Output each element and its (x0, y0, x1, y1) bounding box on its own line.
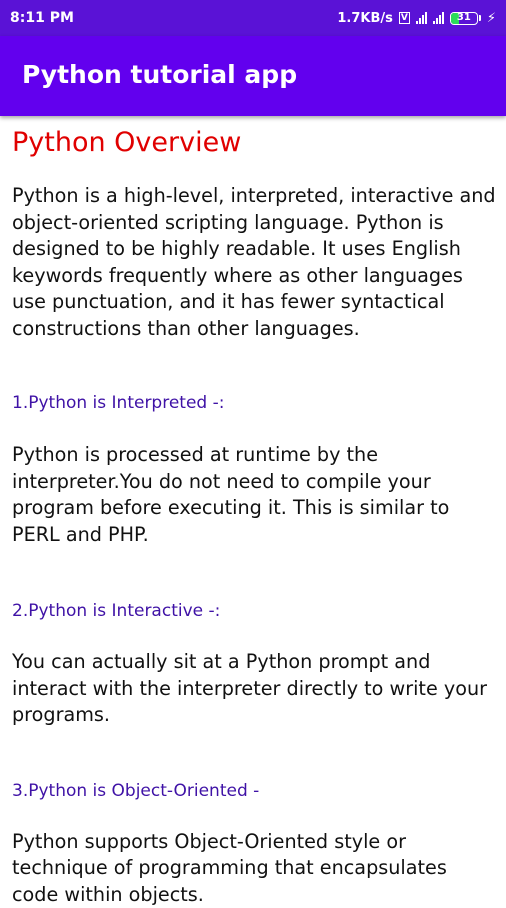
status-bar: 8:11 PM 1.7KB/s V 31 ⚡ (0, 0, 506, 36)
section-heading-interactive: 2.Python is Interactive -: (12, 600, 498, 622)
battery-icon: 31 (450, 12, 481, 25)
status-time: 8:11 PM (10, 10, 74, 26)
app-title: Python tutorial app (22, 60, 297, 89)
intro-paragraph: Python is a high-level, interpreted, int… (12, 183, 498, 342)
section-heading-object-oriented: 3.Python is Object-Oriented - (12, 780, 498, 802)
signal-4g-icon (416, 12, 427, 24)
page-title: Python Overview (12, 126, 498, 160)
section-body-object-oriented: Python supports Object-Oriented style or… (12, 829, 498, 908)
section-heading-interpreted: 1.Python is Interpreted -: (12, 392, 498, 414)
content-scroll-area[interactable]: Python Overview Python is a high-level, … (12, 116, 498, 908)
section-body-interactive: You can actually sit at a Python prompt … (12, 649, 498, 729)
charging-bolt-icon: ⚡ (487, 11, 496, 26)
network-speed: 1.7KB/s (337, 11, 393, 26)
volte-icon: V (399, 12, 410, 24)
app-bar: Python tutorial app (0, 36, 506, 116)
status-icons: 1.7KB/s V 31 ⚡ (337, 11, 496, 26)
section-body-interpreted: Python is processed at runtime by the in… (12, 442, 498, 548)
battery-level: 31 (457, 12, 471, 23)
signal-icon (433, 12, 444, 24)
